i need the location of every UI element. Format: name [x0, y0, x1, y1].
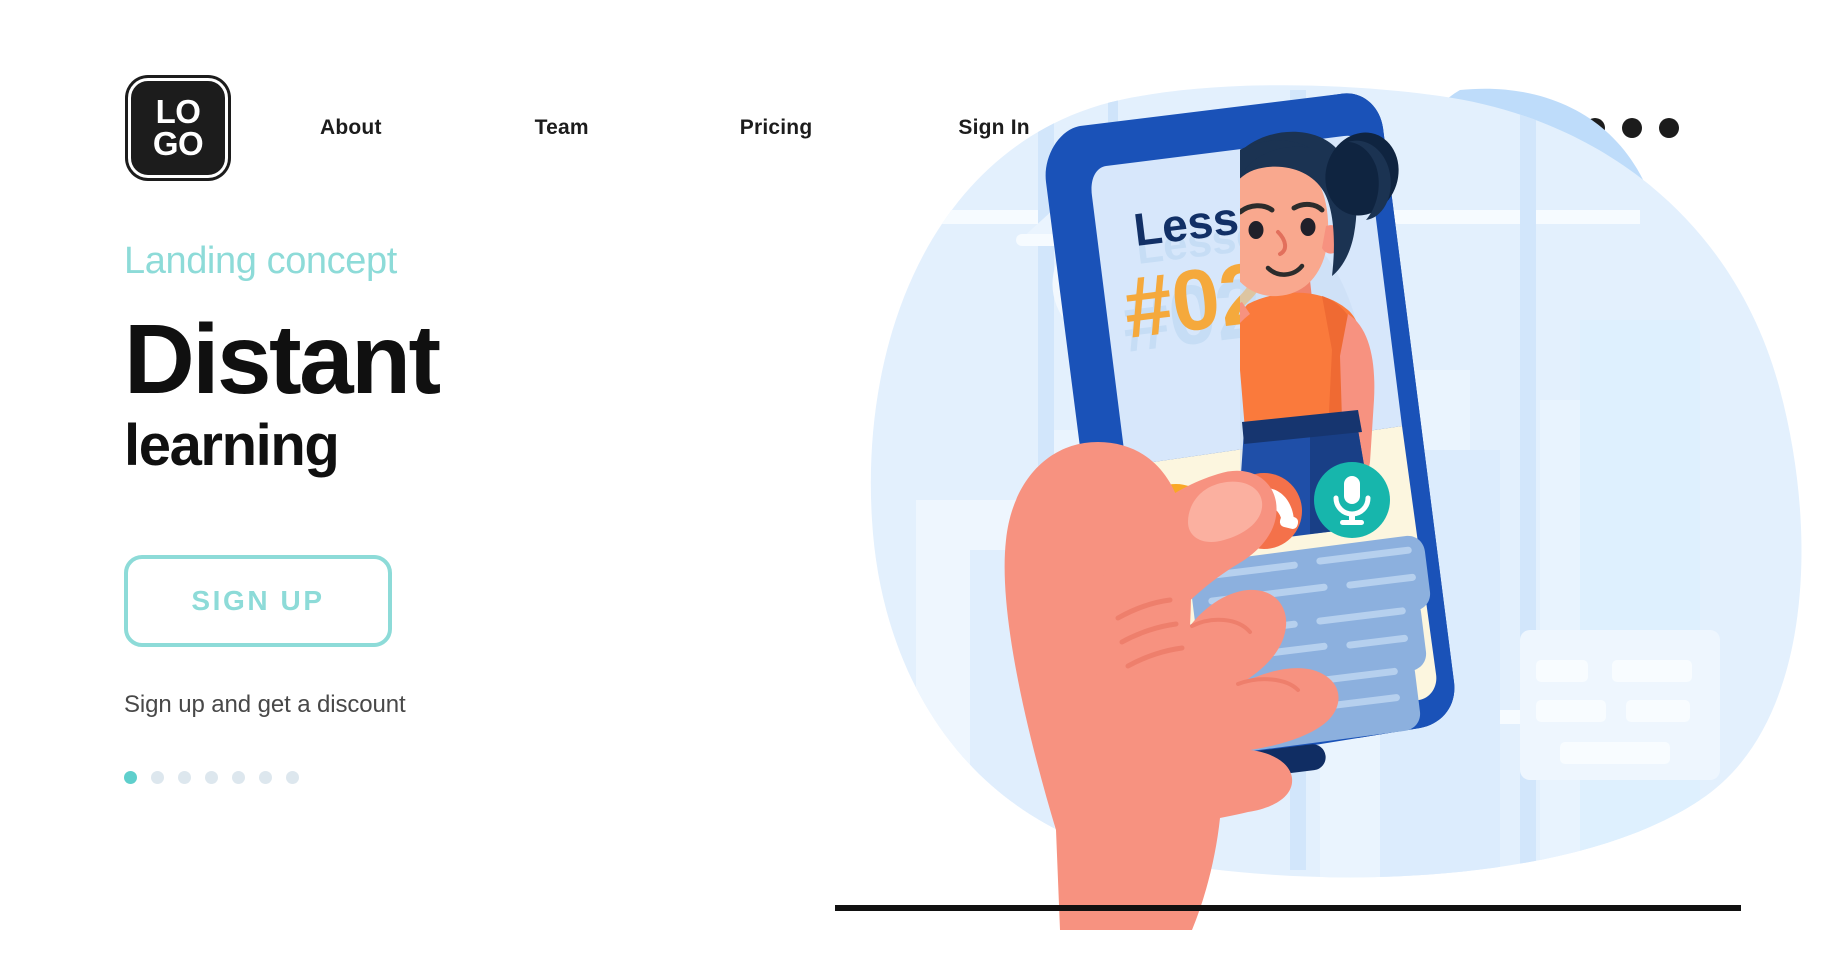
hero-illustration: Lesson Lesson #02 #02 [820, 70, 1820, 930]
logo[interactable]: LO GO [128, 78, 228, 178]
carousel-dot-3[interactable] [178, 771, 191, 784]
logo-line-2: GO [152, 125, 204, 162]
landing-page: LO GO About Team Pricing Sign In Landing… [0, 0, 1837, 980]
logo-line-1: LO [155, 93, 201, 130]
page-subtitle: learning [124, 413, 340, 478]
microphone-button [1314, 462, 1390, 538]
carousel-dot-2[interactable] [151, 771, 164, 784]
teacher-eye-left [1248, 221, 1264, 239]
carousel-dot-6[interactable] [259, 771, 272, 784]
discount-note: Sign up and get a discount [124, 691, 406, 718]
hero-copy: Landing concept Distant learning SIGN UP… [124, 240, 764, 784]
page-title: Distant [124, 304, 441, 414]
carousel-dot-4[interactable] [205, 771, 218, 784]
nav-item-about[interactable]: About [320, 116, 382, 140]
carousel-dots [124, 771, 764, 784]
nav-item-pricing[interactable]: Pricing [740, 116, 813, 140]
microphone-icon [1344, 476, 1360, 504]
sign-up-button[interactable]: SIGN UP [124, 555, 392, 647]
carousel-dot-7[interactable] [286, 771, 299, 784]
carousel-dot-5[interactable] [232, 771, 245, 784]
carousel-dot-1[interactable] [124, 771, 137, 784]
teacher-eye-right [1300, 218, 1316, 236]
nav-item-team[interactable]: Team [535, 116, 589, 140]
hero-eyebrow: Landing concept [124, 240, 397, 282]
